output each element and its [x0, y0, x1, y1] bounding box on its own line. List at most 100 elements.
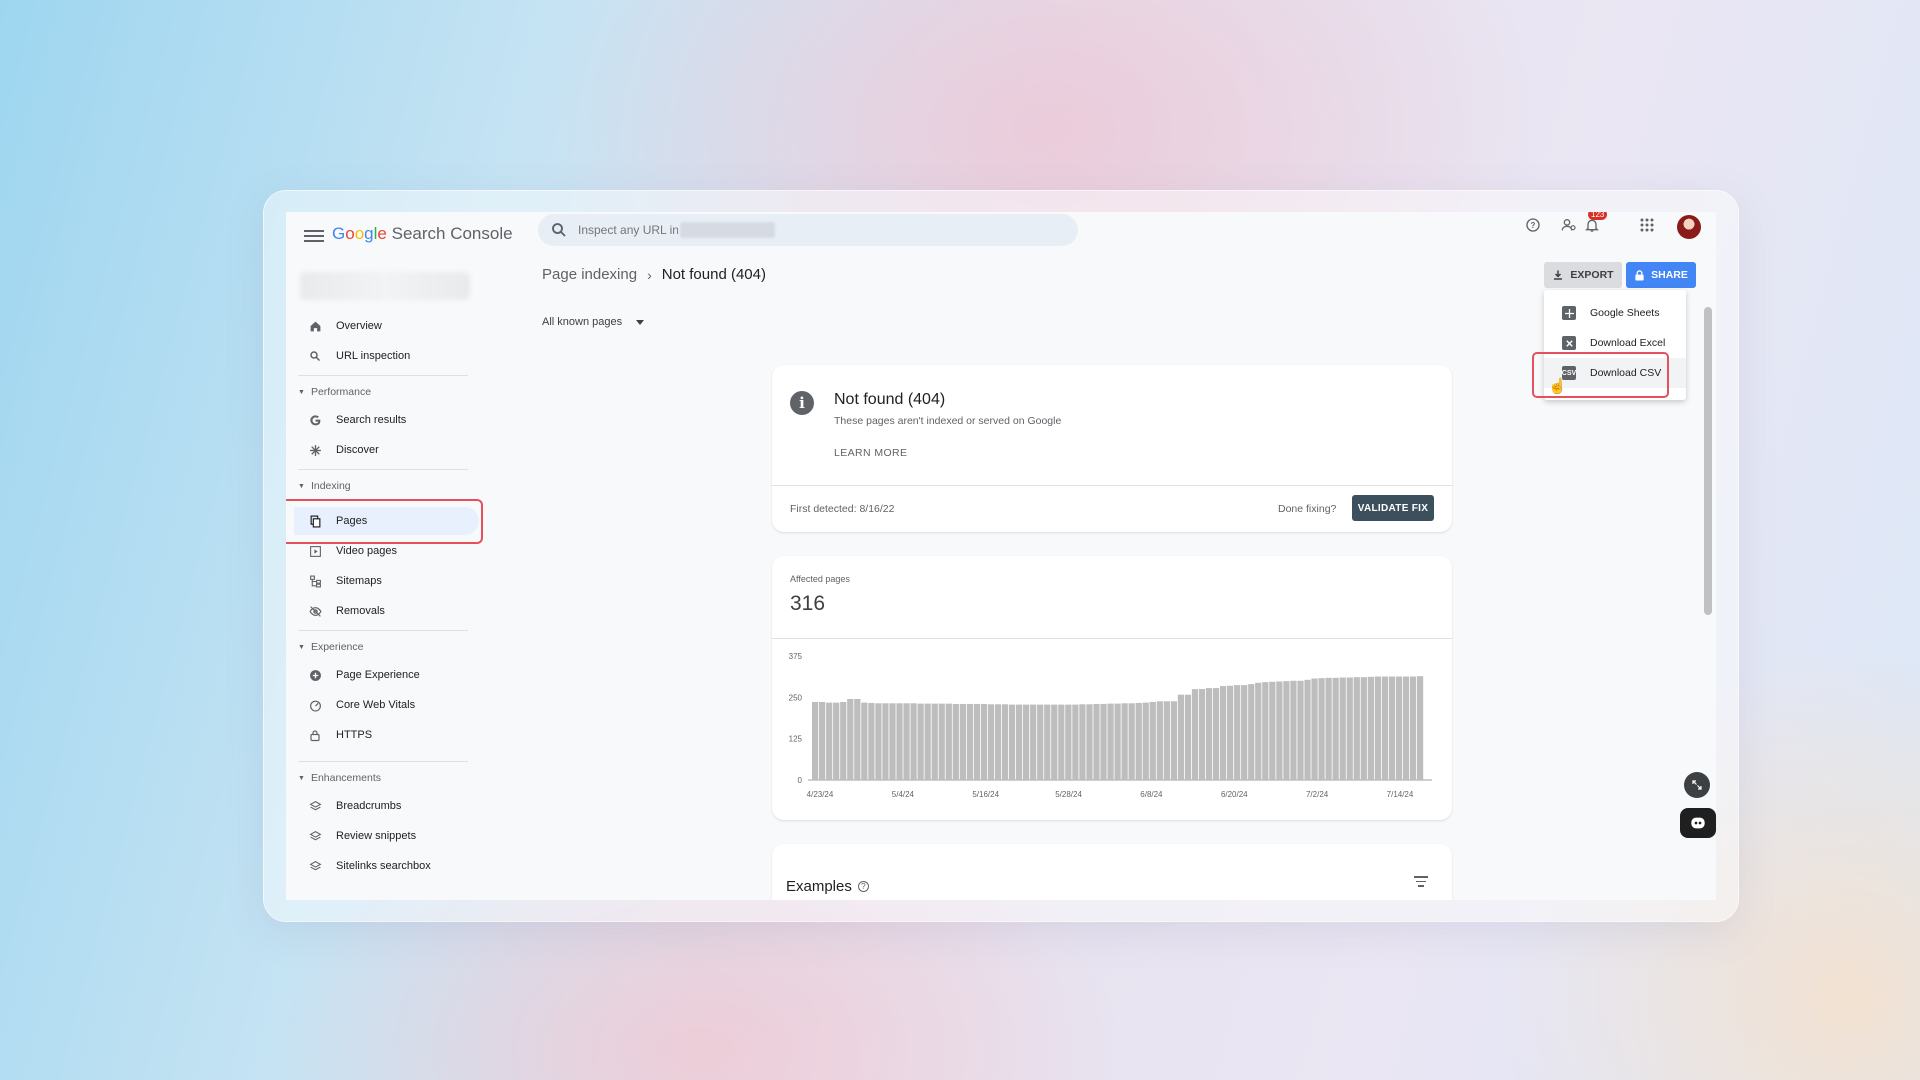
- chart-bar[interactable]: [1346, 677, 1353, 780]
- chart-bar[interactable]: [917, 703, 924, 780]
- search-input[interactable]: [578, 220, 678, 240]
- app-logo[interactable]: Google Search Console: [332, 224, 513, 244]
- section-performance[interactable]: ▼ Performance: [298, 386, 371, 398]
- chart-bar[interactable]: [1170, 701, 1177, 780]
- chart-bar[interactable]: [973, 703, 981, 780]
- chart-bar[interactable]: [1142, 702, 1149, 780]
- chart-bar[interactable]: [1016, 704, 1023, 780]
- chart-bar[interactable]: [903, 703, 910, 780]
- chart-bar[interactable]: [959, 703, 966, 780]
- chart-bar[interactable]: [1332, 677, 1339, 780]
- pages-filter-dropdown[interactable]: All known pages: [542, 316, 645, 328]
- chart-bar[interactable]: [840, 701, 847, 780]
- chart-bar[interactable]: [1037, 704, 1044, 780]
- chart-bar[interactable]: [1297, 680, 1304, 780]
- account-avatar[interactable]: [1677, 215, 1701, 239]
- chart-bar[interactable]: [1269, 681, 1276, 780]
- main-menu-icon[interactable]: [304, 227, 324, 247]
- sidebar-item-review-snippets[interactable]: Review snippets: [294, 822, 479, 850]
- chart-bar[interactable]: [952, 703, 959, 780]
- chart-bar[interactable]: [833, 702, 840, 780]
- chart-bar[interactable]: [826, 702, 833, 780]
- chart-bar[interactable]: [1114, 703, 1121, 780]
- chart-bar[interactable]: [882, 703, 889, 780]
- translate-fab[interactable]: [1684, 772, 1710, 798]
- chart-bar[interactable]: [1065, 704, 1072, 780]
- validate-fix-button[interactable]: VALIDATE FIX: [1352, 495, 1434, 521]
- chart-bar[interactable]: [1023, 704, 1030, 780]
- chart-bar[interactable]: [875, 703, 882, 780]
- chart-bar[interactable]: [1360, 677, 1367, 780]
- learn-more-link[interactable]: LEARN MORE: [834, 447, 907, 459]
- assistant-fab[interactable]: [1680, 808, 1716, 838]
- chart-bar[interactable]: [1079, 704, 1086, 780]
- chart-bar[interactable]: [1100, 703, 1107, 780]
- chart-bar[interactable]: [1290, 680, 1297, 780]
- chart-bar[interactable]: [1367, 676, 1374, 780]
- chart-bar[interactable]: [1402, 676, 1410, 781]
- chart-bar[interactable]: [1409, 676, 1417, 781]
- chart-bar[interactable]: [980, 703, 988, 780]
- chart-bar[interactable]: [1128, 703, 1135, 780]
- chart-bar[interactable]: [1163, 701, 1170, 780]
- chart-bar[interactable]: [1044, 704, 1051, 780]
- chart-bar[interactable]: [1107, 703, 1114, 780]
- chart-bar[interactable]: [1198, 689, 1206, 780]
- chart-bar[interactable]: [868, 702, 875, 780]
- chart-bar[interactable]: [1184, 694, 1192, 780]
- scrollbar-thumb[interactable]: [1704, 307, 1712, 615]
- sidebar-item-https[interactable]: HTTPS: [294, 721, 479, 749]
- chart-bar[interactable]: [1318, 678, 1325, 780]
- chart-bar[interactable]: [1255, 682, 1262, 780]
- chart-bar[interactable]: [896, 703, 903, 780]
- chart-bar[interactable]: [1220, 686, 1227, 780]
- chart-bar[interactable]: [1086, 704, 1093, 780]
- section-indexing[interactable]: ▼ Indexing: [298, 480, 351, 492]
- sidebar-item-discover[interactable]: Discover: [294, 436, 479, 464]
- chart-bar[interactable]: [1234, 685, 1241, 780]
- chart-bar[interactable]: [1416, 676, 1424, 780]
- chart-bar[interactable]: [987, 704, 995, 780]
- chart-bar[interactable]: [1191, 689, 1199, 780]
- chart-bar[interactable]: [1058, 704, 1065, 780]
- chart-bar[interactable]: [1339, 677, 1346, 780]
- chart-bar[interactable]: [1311, 678, 1318, 780]
- chart-bar[interactable]: [1135, 702, 1142, 780]
- sidebar-item-page-experience[interactable]: Page Experience: [294, 661, 479, 689]
- sidebar-item-breadcrumbs[interactable]: Breadcrumbs: [294, 792, 479, 820]
- chart-bar[interactable]: [1177, 694, 1185, 780]
- sidebar-item-url-inspection[interactable]: URL inspection: [294, 342, 479, 370]
- chart-bar[interactable]: [1381, 676, 1389, 781]
- chart-bar[interactable]: [994, 704, 1002, 780]
- chart-bar[interactable]: [1374, 676, 1381, 781]
- chart-bar[interactable]: [1149, 701, 1156, 780]
- share-button[interactable]: SHARE: [1626, 262, 1696, 288]
- chart-bar[interactable]: [1051, 704, 1058, 780]
- chart-bar[interactable]: [1241, 685, 1248, 780]
- chart-bar[interactable]: [847, 698, 854, 780]
- chart-bar[interactable]: [966, 703, 973, 780]
- sidebar-item-overview[interactable]: Overview: [294, 312, 479, 340]
- chart-bar[interactable]: [1072, 704, 1079, 780]
- chart-bar[interactable]: [1304, 679, 1311, 780]
- chart-bar[interactable]: [1212, 688, 1220, 780]
- sidebar-item-sitemaps[interactable]: Sitemaps: [294, 567, 479, 595]
- chart-bar[interactable]: [1001, 704, 1009, 780]
- chart-bar[interactable]: [910, 703, 917, 780]
- chart-bar[interactable]: [1325, 677, 1332, 780]
- chart-bar[interactable]: [1388, 676, 1396, 781]
- chart-bar[interactable]: [889, 703, 896, 780]
- sidebar-item-core-web-vitals[interactable]: Core Web Vitals: [294, 691, 479, 719]
- help-circle-icon[interactable]: ?: [857, 881, 869, 892]
- chart-bar[interactable]: [1008, 704, 1016, 780]
- sidebar-item-search-results[interactable]: Search results: [294, 406, 479, 434]
- help-icon[interactable]: ?: [1520, 212, 1546, 238]
- chart-bar[interactable]: [1121, 703, 1128, 780]
- export-google-sheets[interactable]: Google Sheets: [1544, 298, 1686, 328]
- chart-bar[interactable]: [945, 703, 952, 780]
- url-inspection-search[interactable]: [538, 214, 1078, 246]
- sidebar-item-removals[interactable]: Removals: [294, 597, 479, 625]
- apps-grid-icon[interactable]: [1634, 212, 1660, 238]
- chart-bar[interactable]: [854, 698, 861, 780]
- chart-bar[interactable]: [1395, 676, 1403, 781]
